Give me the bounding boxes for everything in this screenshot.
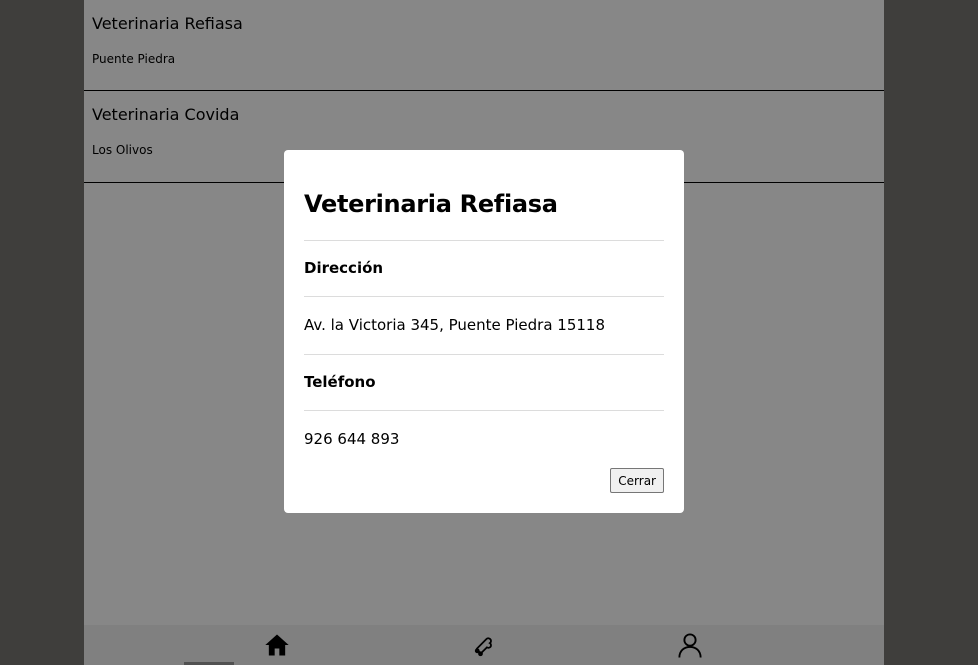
app-page: Veterinaria Refiasa Puente Piedra Veteri… <box>0 0 978 665</box>
vet-detail-modal: Veterinaria Refiasa Dirección Av. la Vic… <box>284 150 684 513</box>
phone-label: Teléfono <box>304 373 376 391</box>
modal-title: Veterinaria Refiasa <box>304 190 558 218</box>
address-label: Dirección <box>304 259 384 277</box>
close-button[interactable]: Cerrar <box>610 468 664 493</box>
divider <box>304 240 664 241</box>
divider <box>304 296 664 297</box>
address-value: Av. la Victoria 345, Puente Piedra 15118 <box>304 316 606 334</box>
phone-value: 926 644 893 <box>304 430 400 448</box>
divider <box>304 410 664 411</box>
divider <box>304 354 664 355</box>
